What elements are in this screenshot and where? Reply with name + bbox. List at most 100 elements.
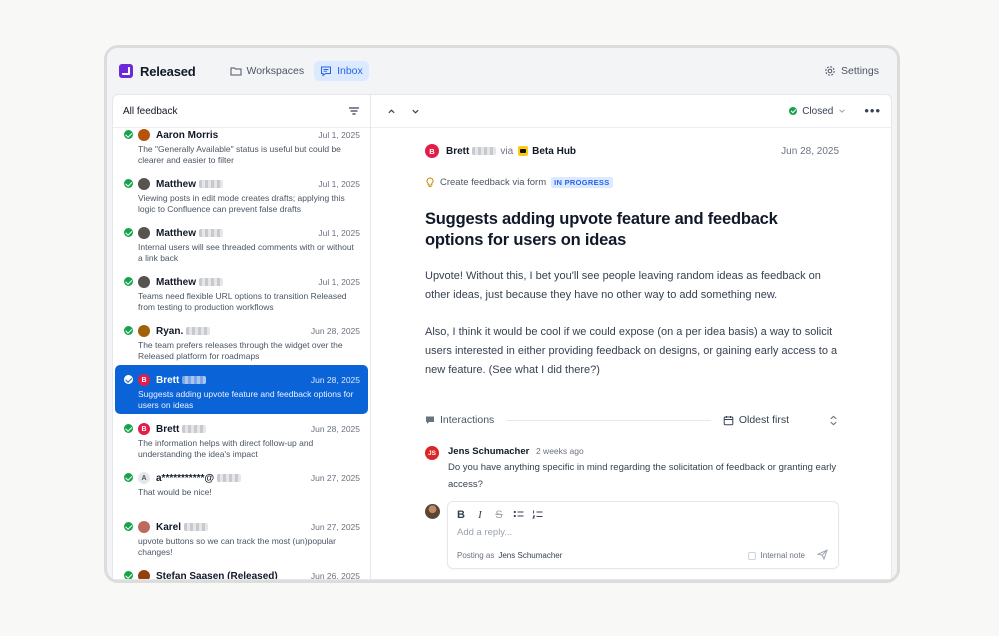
chevron-updown-icon xyxy=(830,415,837,425)
feedback-paragraph: Also, I think it would be cool if we cou… xyxy=(425,326,838,376)
author-row: B Brett via Beta Hub Jun 28, 2025 xyxy=(425,144,839,158)
feedback-summary: That would be nice! xyxy=(138,487,212,497)
redacted-text xyxy=(199,229,223,237)
redacted-text xyxy=(199,180,223,188)
feedback-list-item[interactable]: Matthew Jul 1, 2025 Internal users will … xyxy=(115,218,368,267)
feedback-summary: upvote buttons so we can track the most … xyxy=(138,536,336,557)
detail-body: B Brett via Beta Hub Jun 28, 2025 Create… xyxy=(371,128,891,579)
previous-button[interactable] xyxy=(383,103,399,119)
nav-inbox[interactable]: Inbox xyxy=(314,61,369,81)
avatar xyxy=(138,325,150,337)
feedback-date: Jun 27, 2025 xyxy=(310,473,360,483)
sort-dropdown[interactable]: Oldest first xyxy=(723,414,839,426)
numbered-list-icon xyxy=(532,510,543,518)
idea-label: Create feedback via form xyxy=(440,177,547,188)
feedback-list-item[interactable]: Ryan. Jun 28, 2025 The team prefers rele… xyxy=(115,316,368,365)
reply-input[interactable] xyxy=(448,523,838,542)
internal-note-checkbox[interactable] xyxy=(747,551,756,560)
feedback-list-item[interactable]: B Brett Jun 28, 2025 The information hel… xyxy=(115,414,368,463)
linked-idea[interactable]: Create feedback via form IN PROGRESS xyxy=(425,177,839,188)
reply-footer: Posting as Jens Schumacher Internal note xyxy=(457,549,828,562)
feedback-list-item[interactable]: Stefan Saasen (Released) Jun 26, 2025 Su… xyxy=(115,561,368,579)
settings-label: Settings xyxy=(841,65,879,77)
chevron-down-icon xyxy=(839,109,846,113)
sort-label: Oldest first xyxy=(738,414,789,426)
feedback-author: Matthew xyxy=(156,227,196,239)
feedback-list-item[interactable]: Aaron Morris Jul 1, 2025 The "Generally … xyxy=(115,128,368,169)
strikethrough-button[interactable]: S xyxy=(494,509,504,521)
internal-note-toggle[interactable]: Internal note xyxy=(747,551,805,560)
interactions-header: Interactions Oldest first xyxy=(425,414,839,426)
feedback-date: Jun 27, 2025 xyxy=(310,522,360,532)
redacted-text xyxy=(472,147,497,155)
formatting-toolbar: B I S xyxy=(448,502,838,522)
status-check-icon xyxy=(124,375,133,384)
status-check-icon xyxy=(124,179,133,188)
feedback-list-item[interactable]: Matthew Jul 1, 2025 Viewing posts in edi… xyxy=(115,169,368,218)
redacted-text xyxy=(199,278,223,286)
redacted-text xyxy=(217,474,242,482)
feedback-list[interactable]: Aaron Morris Jul 1, 2025 The "Generally … xyxy=(113,128,370,579)
detail-toolbar: Closed ••• xyxy=(371,95,891,128)
feedback-title: Suggests adding upvote feature and feedb… xyxy=(425,210,778,249)
redacted-text xyxy=(182,376,207,384)
avatar: B xyxy=(425,144,439,158)
beta-hub-icon xyxy=(518,146,529,156)
avatar xyxy=(138,521,150,533)
filter-icon[interactable] xyxy=(348,105,360,117)
bullet-list-icon xyxy=(513,510,524,517)
send-button[interactable] xyxy=(816,549,828,562)
bold-button[interactable]: B xyxy=(456,509,466,521)
feedback-list-pane: All feedback Aaron Morris Jul 1, 2025 Th… xyxy=(113,95,371,579)
feedback-author: Brett xyxy=(156,374,180,386)
italic-button[interactable]: I xyxy=(475,509,485,521)
more-options-button[interactable]: ••• xyxy=(864,104,881,117)
status-value: Closed xyxy=(802,105,834,117)
list-title: All feedback xyxy=(123,105,178,117)
numbered-list-button[interactable] xyxy=(532,509,543,522)
feedback-author: Brett xyxy=(156,423,180,435)
comment-icon xyxy=(426,416,434,424)
nav-workspaces[interactable]: Workspaces xyxy=(224,61,311,81)
status-check-icon xyxy=(124,522,133,531)
next-button[interactable] xyxy=(407,103,423,119)
list-header: All feedback xyxy=(113,95,370,128)
reply-row: B I S Posting as Jens Schumacher xyxy=(425,501,839,569)
nav-workspaces-label: Workspaces xyxy=(246,65,305,77)
feedback-list-item[interactable]: A a***********@ Jun 27, 2025 That would … xyxy=(115,463,368,512)
lightbulb-icon xyxy=(426,177,434,187)
calendar-icon xyxy=(723,415,734,425)
feedback-author: a***********@ xyxy=(156,472,215,484)
closed-check-icon xyxy=(789,107,798,115)
avatar: B xyxy=(138,423,150,435)
avatar xyxy=(138,276,150,288)
feedback-date: Jun 28, 2025 xyxy=(310,424,360,434)
feedback-date: Jul 1, 2025 xyxy=(318,179,360,189)
comment-author: Jens Schumacher xyxy=(448,446,530,457)
feedback-summary: The "Generally Available" status is usef… xyxy=(138,144,341,165)
feedback-list-item[interactable]: B Brett Jun 28, 2025 Suggests adding upv… xyxy=(115,365,368,414)
status-badge: IN PROGRESS xyxy=(551,177,613,188)
posting-as-name[interactable]: Jens Schumacher xyxy=(498,551,562,560)
app-logo[interactable]: Released xyxy=(119,64,196,79)
feedback-date: Jun 28, 2025 xyxy=(310,326,360,336)
feedback-date: Jul 1, 2025 xyxy=(318,228,360,238)
interactions-label: Interactions xyxy=(440,414,495,426)
avatar xyxy=(138,129,150,141)
source-name[interactable]: Beta Hub xyxy=(532,146,576,157)
feedback-list-item[interactable]: Matthew Jul 1, 2025 Teams need flexible … xyxy=(115,267,368,316)
internal-note-label: Internal note xyxy=(760,551,805,560)
feedback-author: Aaron Morris xyxy=(156,129,219,141)
main-content: All feedback Aaron Morris Jul 1, 2025 Th… xyxy=(112,94,892,580)
avatar-initial: B xyxy=(141,425,147,433)
author-name[interactable]: Brett xyxy=(446,146,469,157)
status-dropdown[interactable]: Closed xyxy=(789,106,846,117)
feedback-summary: The information helps with direct follow… xyxy=(138,438,314,459)
feedback-list-item[interactable]: Karel Jun 27, 2025 upvote buttons so we … xyxy=(115,512,368,561)
settings-button[interactable]: Settings xyxy=(824,65,879,77)
reply-editor[interactable]: B I S Posting as Jens Schumacher xyxy=(447,501,839,569)
bullet-list-button[interactable] xyxy=(513,509,524,522)
avatar: B xyxy=(138,374,150,386)
chevron-down-icon xyxy=(411,109,419,114)
folder-icon xyxy=(230,67,241,76)
